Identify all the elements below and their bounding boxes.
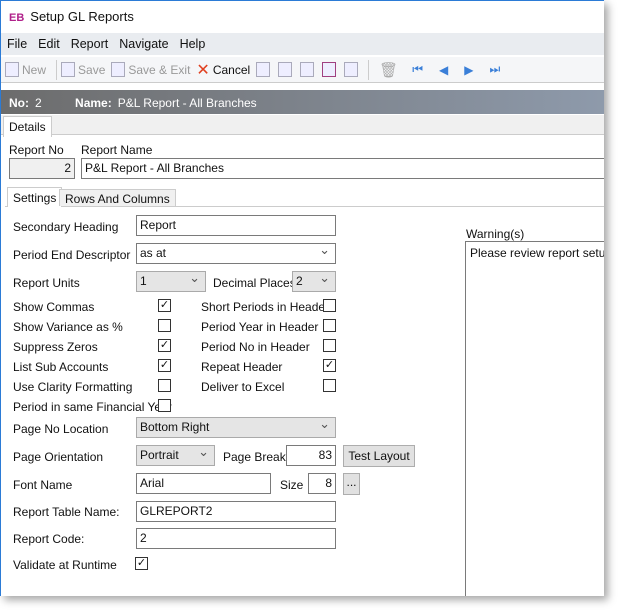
font-name-field[interactable]: Arial — [136, 473, 271, 494]
app-logo: EB — [9, 12, 25, 24]
checkbox-label: Suppress Zeros — [13, 340, 98, 354]
size-label: Size — [280, 478, 304, 492]
page-break-field[interactable]: 83 — [286, 445, 336, 466]
separator — [56, 59, 58, 80]
name-label: Name: — [75, 96, 112, 110]
save-exit-label: Save & Exit — [128, 62, 191, 77]
save-exit-button[interactable]: Save & Exit — [111, 62, 190, 77]
checkbox-label: Repeat Header — [201, 360, 283, 374]
checkbox-label: Show Variance as % — [13, 320, 123, 334]
tab-rows-and-columns[interactable]: Rows And Columns — [59, 189, 176, 206]
decimal-places-dropdown[interactable]: 2 — [292, 271, 336, 292]
report-table-name-label: Report Table Name: — [13, 505, 120, 519]
secondary-heading-field[interactable]: Report — [136, 215, 336, 236]
cancel-button[interactable]: ✕ Cancel — [196, 60, 250, 80]
previous-record-icon[interactable]: ◀ — [439, 63, 448, 77]
cancel-icon: ✕ — [196, 61, 210, 79]
option-checkbox[interactable] — [158, 379, 171, 392]
checkbox-label: Use Clarity Formatting — [13, 380, 133, 394]
separator — [368, 59, 370, 80]
validate-at-runtime-checkbox[interactable]: ✓ — [135, 557, 148, 570]
report-table-name-field[interactable]: GLREPORT2 — [136, 501, 336, 522]
cancel-label: Cancel — [212, 62, 251, 77]
no-value: 2 — [35, 96, 42, 110]
save-button[interactable]: Save — [61, 62, 105, 77]
new-icon — [5, 62, 19, 77]
save-icon — [61, 62, 76, 77]
font-picker-button[interactable]: ... — [343, 473, 360, 495]
font-name-label: Font Name — [13, 478, 73, 492]
option-checkbox[interactable] — [323, 379, 336, 392]
menu-report[interactable]: Report — [65, 33, 114, 51]
tab-details[interactable]: Details — [3, 116, 52, 137]
page-orientation-label: Page Orientation — [13, 450, 104, 464]
decimal-places-label: Decimal Places — [213, 276, 296, 290]
report-no-field[interactable]: 2 — [9, 158, 75, 179]
report-no-label: Report No — [9, 143, 64, 157]
menu-edit[interactable]: Edit — [32, 33, 65, 51]
option-checkbox[interactable]: ✓ — [158, 359, 171, 372]
page-icon[interactable] — [322, 62, 337, 77]
new-label: New — [22, 62, 47, 77]
period-end-dropdown[interactable]: as at — [136, 243, 336, 264]
import-icon[interactable] — [256, 62, 271, 77]
copy-icon[interactable] — [344, 62, 359, 77]
checkbox-label: Period Year in Header — [201, 320, 319, 334]
option-checkbox[interactable] — [323, 299, 336, 312]
report-code-field[interactable]: 2 — [136, 528, 336, 549]
save-label: Save — [78, 62, 106, 77]
first-record-icon[interactable]: ⏮ — [412, 62, 423, 77]
validate-at-runtime-label: Validate at Runtime — [13, 558, 117, 572]
save-exit-icon — [111, 62, 126, 77]
lookup-icon[interactable] — [300, 62, 315, 77]
report-code-label: Report Code: — [13, 532, 85, 546]
record-header: No: 2 Name: P&L Report - All Branches — [1, 90, 604, 114]
report-name-label: Report Name — [81, 143, 153, 157]
main-tabstrip: Details — [1, 115, 604, 137]
find-icon[interactable] — [278, 62, 293, 77]
option-checkbox[interactable] — [323, 319, 336, 332]
window-title: Setup GL Reports — [30, 9, 134, 24]
page-no-location-dropdown[interactable]: Bottom Right — [136, 417, 336, 438]
last-record-icon[interactable]: ⏭ — [490, 62, 501, 77]
checkbox-label: Period in same Financial Year — [13, 400, 172, 414]
checkbox-label: Show Commas — [13, 300, 95, 314]
option-checkbox[interactable] — [323, 339, 336, 352]
next-record-icon[interactable]: ▶ — [464, 63, 473, 77]
checkbox-label: Short Periods in Header — [201, 300, 330, 314]
option-checkbox[interactable] — [158, 399, 171, 412]
menu-file[interactable]: File — [1, 33, 32, 51]
report-name-field[interactable]: P&L Report - All Branches — [81, 158, 604, 179]
page-no-location-label: Page No Location — [13, 422, 109, 436]
report-units-label: Report Units — [13, 276, 80, 290]
page-break-label: Page Break — [223, 450, 286, 464]
menu-navigate[interactable]: Navigate — [113, 33, 173, 51]
new-button[interactable]: New — [5, 62, 46, 77]
menu-bar: File Edit Report Navigate Help — [1, 33, 604, 55]
name-value: P&L Report - All Branches — [117, 96, 257, 110]
size-field[interactable]: 8 — [308, 473, 336, 494]
delete-icon[interactable]: 🗑 — [379, 61, 398, 79]
option-checkbox[interactable]: ✓ — [323, 359, 336, 372]
checkbox-label: Period No in Header — [201, 340, 310, 354]
no-label: No: — [9, 96, 29, 110]
warnings-textarea[interactable]: Please review report setup, — [465, 241, 604, 596]
title-bar: EB Setup GL Reports — [9, 9, 134, 24]
page-orientation-dropdown[interactable]: Portrait — [136, 445, 215, 466]
period-end-label: Period End Descriptor — [13, 248, 131, 262]
warnings-label: Warning(s) — [466, 227, 525, 241]
option-checkbox[interactable] — [158, 319, 171, 332]
test-layout-button[interactable]: Test Layout — [343, 445, 415, 467]
secondary-heading-label: Secondary Heading — [13, 220, 119, 234]
report-units-dropdown[interactable]: 1 — [136, 271, 206, 292]
tab-settings[interactable]: Settings — [7, 187, 63, 207]
checkbox-label: List Sub Accounts — [13, 360, 109, 374]
toolbar: New Save Save & Exit ✕ Cancel 🗑 ⏮ ◀ ▶ ⏭ — [1, 57, 604, 83]
option-checkbox[interactable]: ✓ — [158, 339, 171, 352]
option-checkbox[interactable]: ✓ — [158, 299, 171, 312]
checkbox-label: Deliver to Excel — [201, 380, 285, 394]
menu-help[interactable]: Help — [174, 33, 211, 51]
window: EB Setup GL Reports File Edit Report Navigat… — [0, 0, 604, 596]
